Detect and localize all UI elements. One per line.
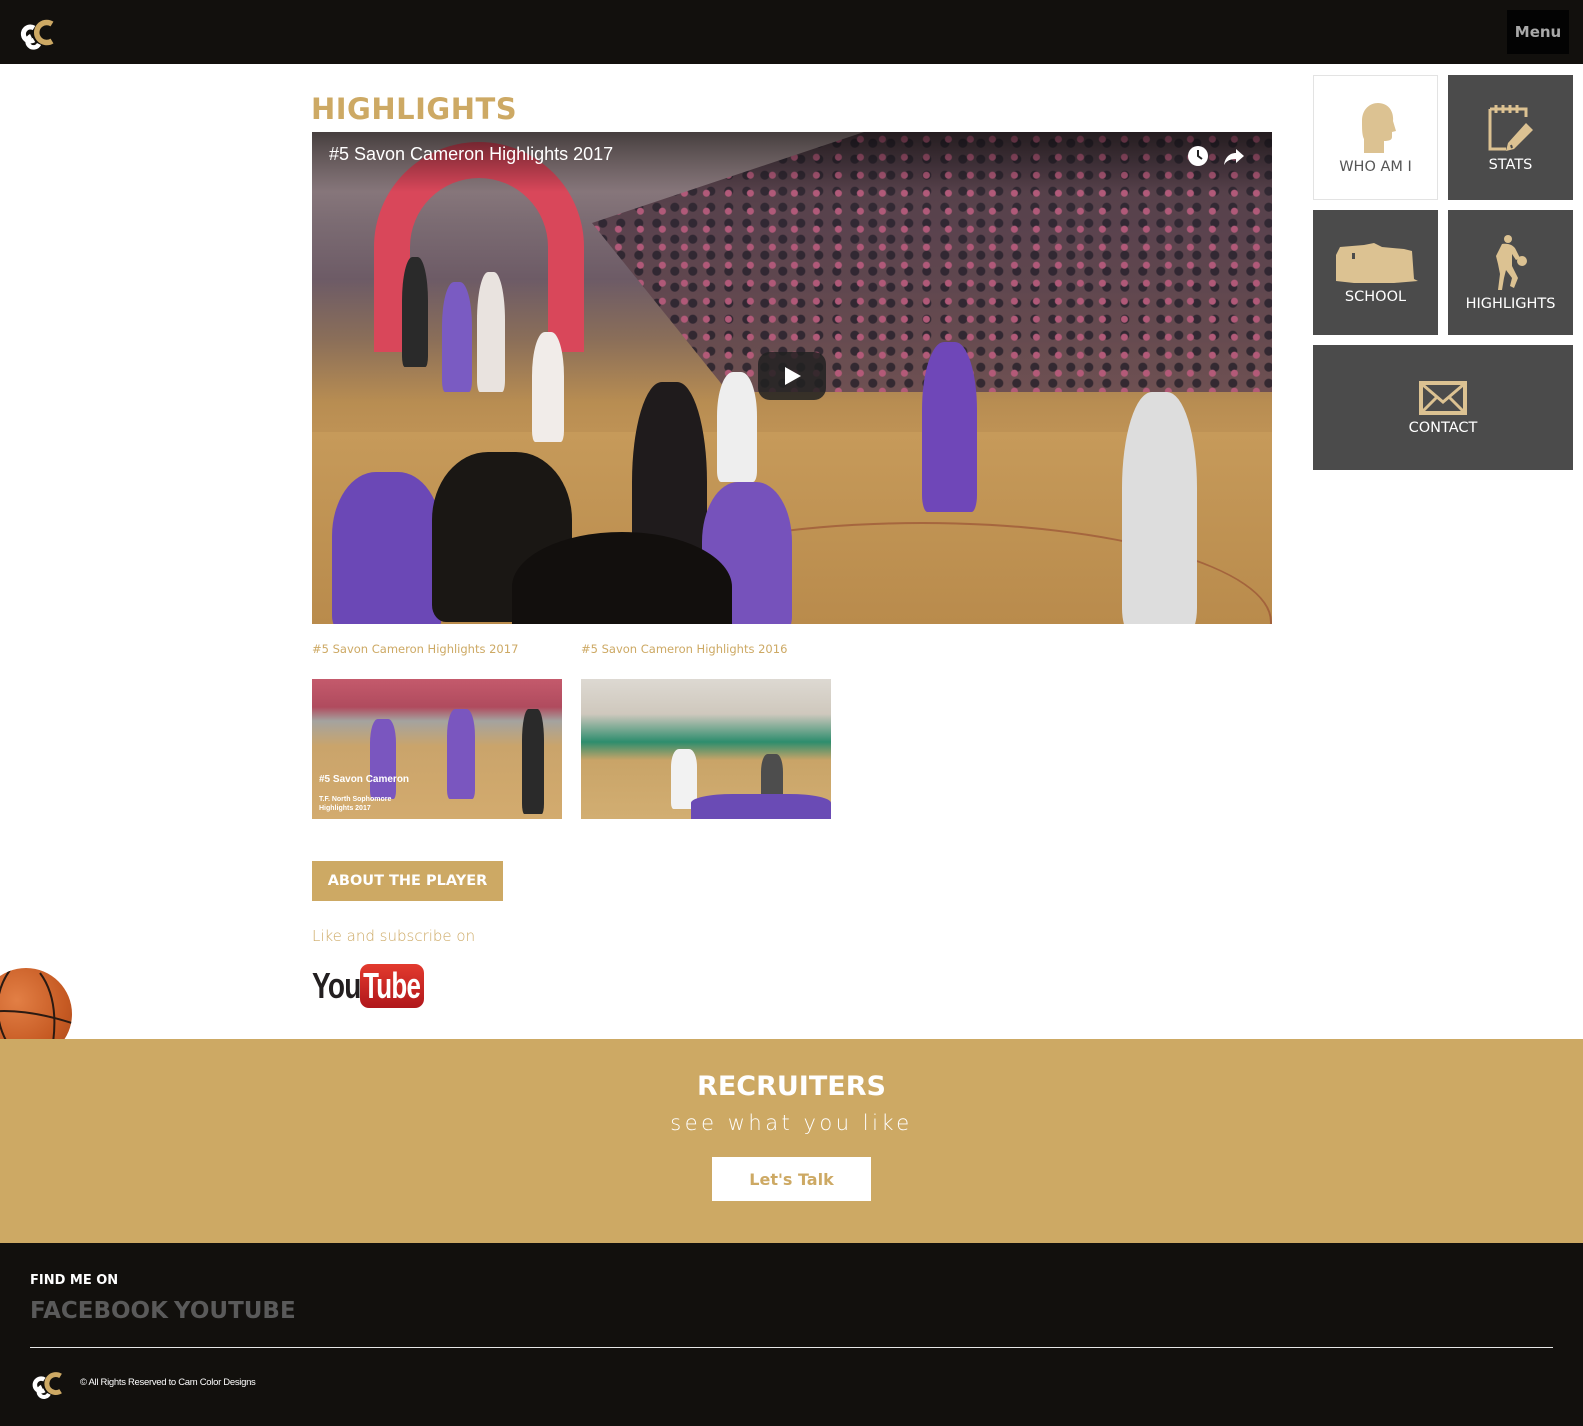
thumb-player xyxy=(370,719,396,799)
video-frame-referee xyxy=(1122,392,1197,624)
lets-talk-button[interactable]: Let's Talk xyxy=(712,1157,871,1201)
cc-logo-footer xyxy=(32,1372,62,1399)
video-frame-referee xyxy=(402,257,428,367)
facebook-link[interactable]: FACEBOOK xyxy=(30,1298,168,1324)
copyright-text: © All Rights Reserved to Cam Color Desig… xyxy=(80,1377,256,1388)
video-frame-bench-player xyxy=(332,472,442,624)
video-player[interactable]: #5 Savon Cameron Highlights 2017 xyxy=(312,132,1272,624)
youtube-link[interactable]: YOUTUBE xyxy=(174,1298,296,1324)
recruiters-title: RECRUITERS xyxy=(697,1071,886,1102)
tile-school[interactable]: SCHOOL xyxy=(1313,210,1438,335)
video-frame-player xyxy=(442,282,472,392)
cc-logo[interactable] xyxy=(18,16,58,50)
related-video-label[interactable]: #5 Savon Cameron Highlights 2016 xyxy=(581,642,787,656)
tile-label: HIGHLIGHTS xyxy=(1465,295,1556,312)
youtube-logo-link[interactable]: You Tube xyxy=(312,963,424,1009)
tile-contact[interactable]: CONTACT xyxy=(1313,345,1573,470)
video-frame-player xyxy=(717,372,757,482)
related-video-thumbnail[interactable]: #5 Savon Cameron T.F. North Sophomore Hi… xyxy=(312,679,562,819)
footer: FIND ME ON FACEBOOK YOUTUBE © All Rights… xyxy=(0,1243,1583,1426)
tile-label: CONTACT xyxy=(1408,419,1478,436)
tile-stats[interactable]: STATS xyxy=(1448,75,1573,200)
youtube-logo-you: You xyxy=(312,965,361,1006)
play-button[interactable] xyxy=(758,352,826,400)
watch-later-icon[interactable] xyxy=(1186,144,1210,168)
thumb-bench xyxy=(691,794,831,819)
tile-label: SCHOOL xyxy=(1344,288,1407,305)
thumbnail-overlay-subtitle: T.F. North Sophomore Highlights 2017 xyxy=(319,796,392,812)
notepad-pencil-icon xyxy=(1488,104,1533,151)
footer-divider xyxy=(30,1347,1553,1348)
thumbnail-overlay-title: #5 Savon Cameron xyxy=(319,774,410,785)
recruiters-subtitle: see what you like xyxy=(670,1111,913,1135)
video-frame-player-with-ball xyxy=(922,342,977,512)
envelope-icon xyxy=(1419,380,1467,415)
related-video-thumbnail[interactable] xyxy=(581,679,831,819)
basketball-player-icon xyxy=(1495,234,1527,290)
page-title: HIGHLIGHTS xyxy=(311,92,518,126)
tile-who-am-i[interactable]: WHO AM I xyxy=(1313,75,1438,200)
thumb-referee xyxy=(522,709,544,814)
video-frame-player xyxy=(532,332,564,442)
tile-label: WHO AM I xyxy=(1339,158,1412,175)
video-title[interactable]: #5 Savon Cameron Highlights 2017 xyxy=(329,144,613,165)
top-nav-bar: Menu xyxy=(0,0,1583,64)
menu-button[interactable]: Menu xyxy=(1507,10,1569,54)
recruiters-section: RECRUITERS see what you like Let's Talk xyxy=(0,1039,1583,1243)
thumb-player xyxy=(447,709,475,799)
tile-label: STATS xyxy=(1488,156,1533,173)
head-silhouette-icon xyxy=(1361,102,1396,153)
video-frame-player xyxy=(477,272,505,392)
tile-highlights[interactable]: HIGHLIGHTS xyxy=(1448,210,1573,335)
about-the-player-button[interactable]: ABOUT THE PLAYER xyxy=(312,861,503,901)
school-building-icon xyxy=(1335,242,1418,283)
related-video-label[interactable]: #5 Savon Cameron Highlights 2017 xyxy=(312,642,518,656)
youtube-logo-tube-badge: Tube xyxy=(360,964,424,1008)
subscribe-text: Like and subscribe on xyxy=(312,927,476,945)
youtube-logo-tube: Tube xyxy=(363,965,421,1006)
find-me-on-label: FIND ME ON xyxy=(30,1273,119,1288)
share-icon[interactable] xyxy=(1222,144,1246,168)
play-icon xyxy=(785,367,801,385)
